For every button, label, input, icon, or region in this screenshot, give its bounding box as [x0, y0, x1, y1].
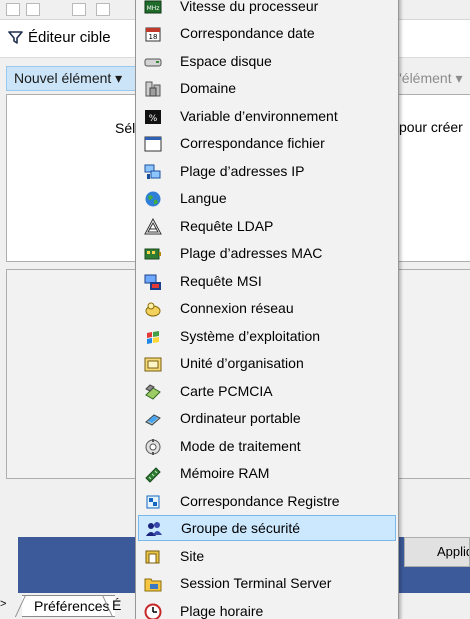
- menu-item-organizational-unit[interactable]: Unité d’organisation: [138, 351, 396, 377]
- menu-item-label: Correspondance date: [180, 25, 315, 41]
- svg-text:MHz: MHz: [147, 5, 160, 12]
- menu-item-label: Mode de traitement: [180, 438, 301, 454]
- filter-funnel-icon: [8, 31, 23, 44]
- security-group-icon: [146, 522, 162, 536]
- menu-item-ip-range[interactable]: Plage d’adresses IP: [138, 159, 396, 185]
- menu-item-label: Correspondance Registre: [180, 493, 340, 509]
- registry-match-icon: [146, 495, 160, 509]
- menu-item-label: Plage horaire: [180, 603, 264, 619]
- menu-item-label: Langue: [180, 190, 227, 206]
- select-instruction-text-end: pour créer: [399, 119, 463, 135]
- menu-item-label: Connexion réseau: [180, 300, 294, 316]
- new-element-menu: MHz Vitesse du processeur 18 Corresponda…: [135, 0, 399, 619]
- menu-item-label: Ordinateur portable: [180, 410, 301, 426]
- menu-item-label: Vitesse du processeur: [180, 0, 319, 14]
- menu-item-disk-space[interactable]: Espace disque: [138, 49, 396, 75]
- msi-query-icon: [144, 274, 161, 290]
- organizational-unit-icon: [144, 357, 162, 372]
- operating-system-icon: [147, 331, 159, 344]
- menu-item-label: Plage d’adresses IP: [180, 163, 305, 179]
- disk-space-icon: [144, 58, 162, 67]
- pcmcia-card-icon: [145, 384, 161, 400]
- menu-item-environment-variable[interactable]: % Variable d’environnement: [138, 104, 396, 130]
- laptop-icon: [145, 414, 161, 426]
- menu-item-processor-speed[interactable]: MHz Vitesse du processeur: [138, 0, 396, 20]
- menu-item-label: Système d’exploitation: [180, 328, 321, 344]
- menu-item-label: Variable d’environnement: [180, 108, 338, 124]
- tab-scroll-arrow-icon[interactable]: >: [0, 598, 6, 610]
- ldap-query-icon: [144, 218, 162, 235]
- menu-item-label: Requête MSI: [180, 273, 262, 289]
- menu-item-ram-memory[interactable]: Mémoire RAM: [138, 461, 396, 487]
- menu-item-operating-system[interactable]: Système d’exploitation: [138, 324, 396, 350]
- menu-item-date-match[interactable]: 18 Correspondance date: [138, 21, 396, 47]
- mac-range-icon: [144, 248, 161, 260]
- menu-item-language[interactable]: Langue: [138, 186, 396, 212]
- menu-item-label: Requête LDAP: [180, 218, 274, 234]
- menu-item-security-group[interactable]: Groupe de sécurité: [138, 515, 396, 541]
- cpu-speed-icon: MHz: [144, 0, 162, 14]
- menu-item-label: Unité d’organisation: [180, 355, 304, 371]
- time-range-icon: [144, 603, 162, 619]
- svg-text:18: 18: [149, 33, 158, 41]
- targeting-editor-label: Éditeur cible: [28, 29, 111, 46]
- ram-memory-icon: [145, 467, 161, 483]
- menu-item-laptop[interactable]: Ordinateur portable: [138, 406, 396, 432]
- menu-item-label: Site: [180, 548, 205, 564]
- menu-item-msi-query[interactable]: Requête MSI: [138, 269, 396, 295]
- menu-item-time-range[interactable]: Plage horaire: [138, 599, 396, 619]
- menu-item-mac-range[interactable]: Plage d’adresses MAC: [138, 241, 396, 267]
- menu-item-label: Espace disque: [180, 53, 272, 69]
- menu-item-label: Mémoire RAM: [180, 465, 270, 481]
- toolbar-button-icon[interactable]: [96, 3, 110, 16]
- toolbar-button-icon[interactable]: [6, 3, 20, 16]
- tab-preferences[interactable]: Préférences: [22, 595, 116, 617]
- menu-item-label: Domaine: [180, 80, 237, 96]
- menu-item-label: Correspondance fichier: [180, 135, 325, 151]
- menu-item-site[interactable]: Site: [138, 544, 396, 570]
- toolbar-button-icon[interactable]: [26, 3, 40, 16]
- environment-variable-icon: %: [145, 110, 161, 124]
- network-connection-icon: [145, 302, 161, 317]
- terminal-session-icon: [144, 578, 162, 592]
- menu-item-label: Carte PCMCIA: [180, 383, 273, 399]
- menu-item-label: Session Terminal Server: [180, 575, 332, 591]
- element-action-dropdown[interactable]: l'élément ▾: [396, 70, 463, 87]
- menu-item-registry-match[interactable]: Correspondance Registre: [138, 489, 396, 515]
- new-element-dropdown-button[interactable]: Nouvel élément ▾: [6, 66, 138, 91]
- menu-item-domain[interactable]: Domaine: [138, 76, 396, 102]
- tab-next[interactable]: É: [112, 597, 121, 613]
- domain-icon: [145, 81, 161, 97]
- menu-item-processing-mode[interactable]: Mode de traitement: [138, 434, 396, 460]
- menu-item-pcmcia-card[interactable]: Carte PCMCIA: [138, 379, 396, 405]
- toolbar-button-icon[interactable]: [72, 3, 86, 16]
- menu-item-label: Plage d’adresses MAC: [180, 245, 323, 261]
- svg-text:%: %: [149, 114, 158, 124]
- processing-mode-icon: [145, 439, 161, 455]
- targeting-editor-tab[interactable]: Éditeur cible: [8, 29, 111, 46]
- menu-item-terminal-session[interactable]: Session Terminal Server: [138, 571, 396, 597]
- menu-item-ldap-query[interactable]: Requête LDAP: [138, 214, 396, 240]
- date-match-icon: 18: [145, 27, 161, 42]
- language-globe-icon: [145, 191, 161, 207]
- ip-range-icon: [144, 164, 161, 179]
- menu-item-network-connection[interactable]: Connexion réseau: [138, 296, 396, 322]
- menu-item-label: Groupe de sécurité: [181, 520, 301, 536]
- file-match-icon: [144, 136, 162, 152]
- apply-button[interactable]: Appliquer: [404, 537, 470, 567]
- site-icon: [145, 550, 160, 564]
- menu-item-file-match[interactable]: Correspondance fichier: [138, 131, 396, 157]
